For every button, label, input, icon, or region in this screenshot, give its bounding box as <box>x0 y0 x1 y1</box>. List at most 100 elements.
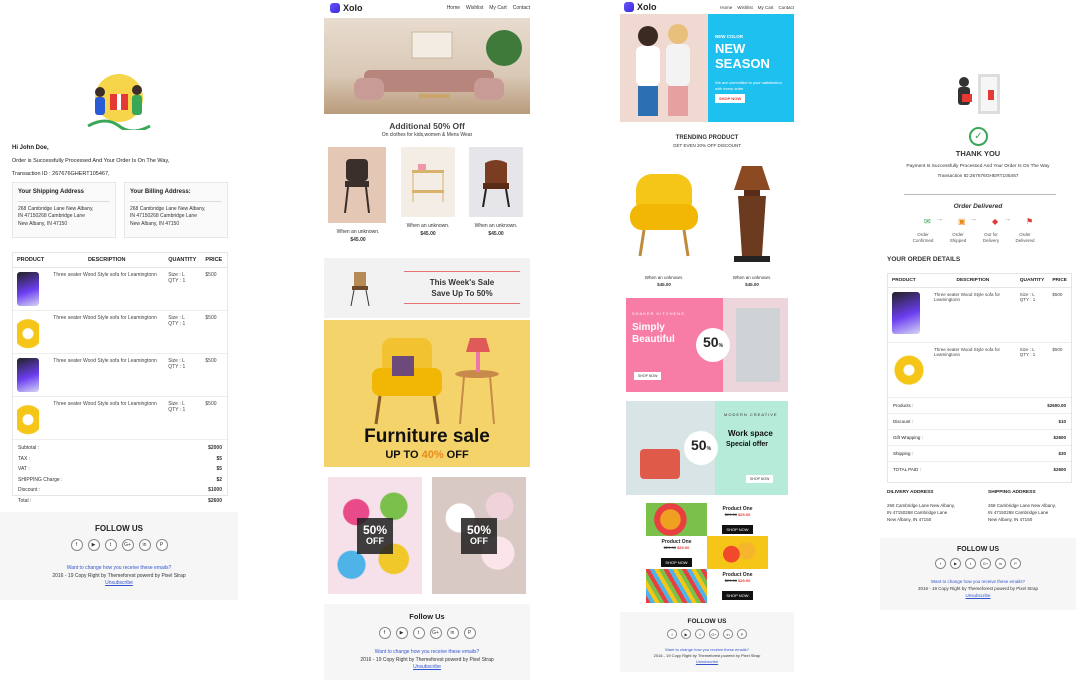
total-label: Subtotal : <box>18 445 40 451</box>
shop-now-button[interactable]: SHOP NOW <box>722 525 753 534</box>
follow-us-title: FOLLOW US <box>957 546 999 553</box>
promo-tile[interactable]: 50% OFF <box>328 477 422 594</box>
product-card[interactable]: When an unknown. $45.00 <box>328 147 388 244</box>
nav-contact[interactable]: Contact <box>778 5 794 10</box>
workspace-shop-button[interactable]: SHOP NOW <box>746 475 774 483</box>
twitter-icon[interactable]: t <box>412 627 425 639</box>
total-value: $2600 <box>1053 467 1066 472</box>
nav-home[interactable]: Home <box>720 5 732 10</box>
nav-menu: Home Wishlist My Cart Contact <box>720 5 794 10</box>
weekly-sale-banner: This Week's Sale Save Up To 50% <box>324 258 530 318</box>
youtube-icon[interactable]: ▶ <box>395 627 408 639</box>
nav-wishlist[interactable]: Wishlist <box>737 5 753 10</box>
pinterest-icon[interactable]: P <box>155 539 168 551</box>
change-email-link[interactable]: Want to change how you receive these ema… <box>0 565 238 573</box>
google-plus-icon[interactable]: G+ <box>980 558 991 569</box>
item-qty: QTY : 1 <box>1019 352 1036 357</box>
product-cell[interactable]: Product One $29.00 $29.00 SHOP NOW <box>707 503 768 536</box>
address-line: New Albany, IN 47150 <box>130 220 180 227</box>
linkedin-icon[interactable]: in <box>995 558 1006 569</box>
week-sale-line1: This Week's Sale <box>429 278 495 287</box>
item-qty: QTY : 1 <box>168 321 186 327</box>
pinterest-icon[interactable]: P <box>1010 558 1021 569</box>
linkedin-icon[interactable]: in <box>138 539 151 551</box>
facebook-icon[interactable]: f <box>667 629 677 639</box>
confirmed-icon: ✉ <box>924 217 931 226</box>
email-new-season: Xolo Home Wishlist My Cart Contact NEW COLO… <box>620 0 794 680</box>
change-email-link[interactable]: Want to change how you receive these ema… <box>324 649 530 657</box>
trending-subtitle: GET EVEN 20% OFF DISCOUNT <box>673 143 741 148</box>
offer-subtitle: On clothes for kids,women & Mens Wear <box>381 132 473 138</box>
google-plus-icon[interactable]: G+ <box>121 539 134 551</box>
item-price: $500 <box>201 353 227 397</box>
sale-prefix: UP TO <box>385 449 422 461</box>
product-cell[interactable]: Product One $29.00 $29.00 SHOP NOW <box>707 569 768 603</box>
unsubscribe-link[interactable]: Unsubscribe <box>880 593 1076 600</box>
nav-cart[interactable]: My Cart <box>758 5 774 10</box>
follow-us-title: FOLLOW US <box>95 524 143 533</box>
step-label: Order Shipped <box>949 232 967 244</box>
step-label: Order Confirmed <box>912 232 934 244</box>
product-card[interactable]: When an unknown. $45.00 <box>712 160 792 289</box>
facebook-icon[interactable]: f <box>935 558 946 569</box>
twitter-icon[interactable]: t <box>104 539 117 551</box>
facebook-icon[interactable]: f <box>378 627 391 639</box>
kitchen-shop-button[interactable]: SHOP NOW <box>634 372 662 380</box>
total-value: $2600 <box>1053 435 1066 440</box>
pinterest-icon[interactable]: P <box>463 627 476 639</box>
total-value: $5 <box>216 455 222 462</box>
youtube-icon[interactable]: ▶ <box>681 629 691 639</box>
unsubscribe-link[interactable]: Unsubscribe <box>324 664 530 672</box>
nav-wishlist[interactable]: Wishlist <box>466 5 483 11</box>
google-plus-icon[interactable]: G+ <box>429 627 442 639</box>
mango-image <box>707 536 768 569</box>
copyright: 2016 - 19 Copy Right by Themeforest powe… <box>360 656 494 663</box>
xolo-logo[interactable]: Xolo <box>330 3 363 13</box>
product-card[interactable]: When an unknown. $45.00 <box>624 160 704 289</box>
footer: FOLLOW US f ▶ t G+ in P Want to change how yo… <box>0 512 238 600</box>
item-qty: QTY : 1 <box>168 407 186 413</box>
order-delivered-title: Order Delivered <box>953 203 1003 210</box>
promo-tile[interactable]: 50% OFF <box>432 477 526 594</box>
nav-contact[interactable]: Contact <box>513 5 530 11</box>
hero-shop-button[interactable]: SHOP NOW <box>715 94 746 103</box>
unsubscribe-link[interactable]: Unsubscribe <box>0 580 238 588</box>
twitter-icon[interactable]: t <box>695 629 705 639</box>
twitter-icon[interactable]: t <box>965 558 976 569</box>
total-label: SHIPPING Charge : <box>18 476 63 483</box>
pinterest-icon[interactable]: P <box>737 629 747 639</box>
order-message: Order is Successfully Processed And Your… <box>12 157 170 164</box>
chair-image <box>328 147 386 223</box>
workspace-banner[interactable]: 50% MODERN CREATIVE Work space Special o… <box>626 401 788 495</box>
fruit-image <box>646 503 707 536</box>
total-value: $30 <box>1058 451 1066 456</box>
youtube-icon[interactable]: ▶ <box>87 539 100 551</box>
shop-now-button[interactable]: SHOP NOW <box>722 591 753 600</box>
unsubscribe-link[interactable]: Unsubscribe <box>620 659 794 665</box>
change-email-link[interactable]: Want to change how you receive these ema… <box>880 579 1076 586</box>
kitchen-percent: 50 <box>702 334 719 350</box>
trending-title: TRENDING PRODUCT <box>675 135 739 141</box>
item-qty: QTY : 1 <box>1019 297 1036 302</box>
shop-now-button[interactable]: SHOP NOW <box>661 558 692 567</box>
totals: Products : $2600.00 Discount : $10 Gift Wr… <box>888 398 1071 477</box>
item-qty: QTY : 1 <box>168 364 186 370</box>
transaction-id: Transaction ID:267676GHERT105467 <box>937 174 1019 179</box>
item-description: Three seater Wood Style sofa for Leaming… <box>49 353 165 397</box>
youtube-icon[interactable]: ▶ <box>950 558 961 569</box>
address-line: IN 47150268 Cambridge Lane <box>988 509 1049 515</box>
google-plus-icon[interactable]: G+ <box>709 629 719 639</box>
product-card[interactable]: When an unknown. $45.00 <box>398 147 458 238</box>
address-line: IN 47150268 Cambridge Lane <box>18 213 85 220</box>
xolo-logo[interactable]: Xolo <box>624 2 657 12</box>
product-caption: When an unknown. <box>406 223 450 229</box>
linkedin-icon[interactable]: in <box>446 627 459 639</box>
kitchen-banner[interactable]: SHAKER KITCHENS Simply Beautiful 50% SHO… <box>626 298 788 392</box>
facebook-icon[interactable]: f <box>70 539 83 551</box>
furniture-sale-banner[interactable]: Furniture sale UP TO 40% OFF <box>324 320 530 467</box>
linkedin-icon[interactable]: in <box>723 629 733 639</box>
nav-cart[interactable]: My Cart <box>489 5 507 11</box>
nav-home[interactable]: Home <box>447 5 460 11</box>
product-cell[interactable]: Product One $29.00 $29.00 SHOP NOW <box>646 536 707 569</box>
product-card[interactable]: When an unknown. $45.00 <box>466 147 526 238</box>
